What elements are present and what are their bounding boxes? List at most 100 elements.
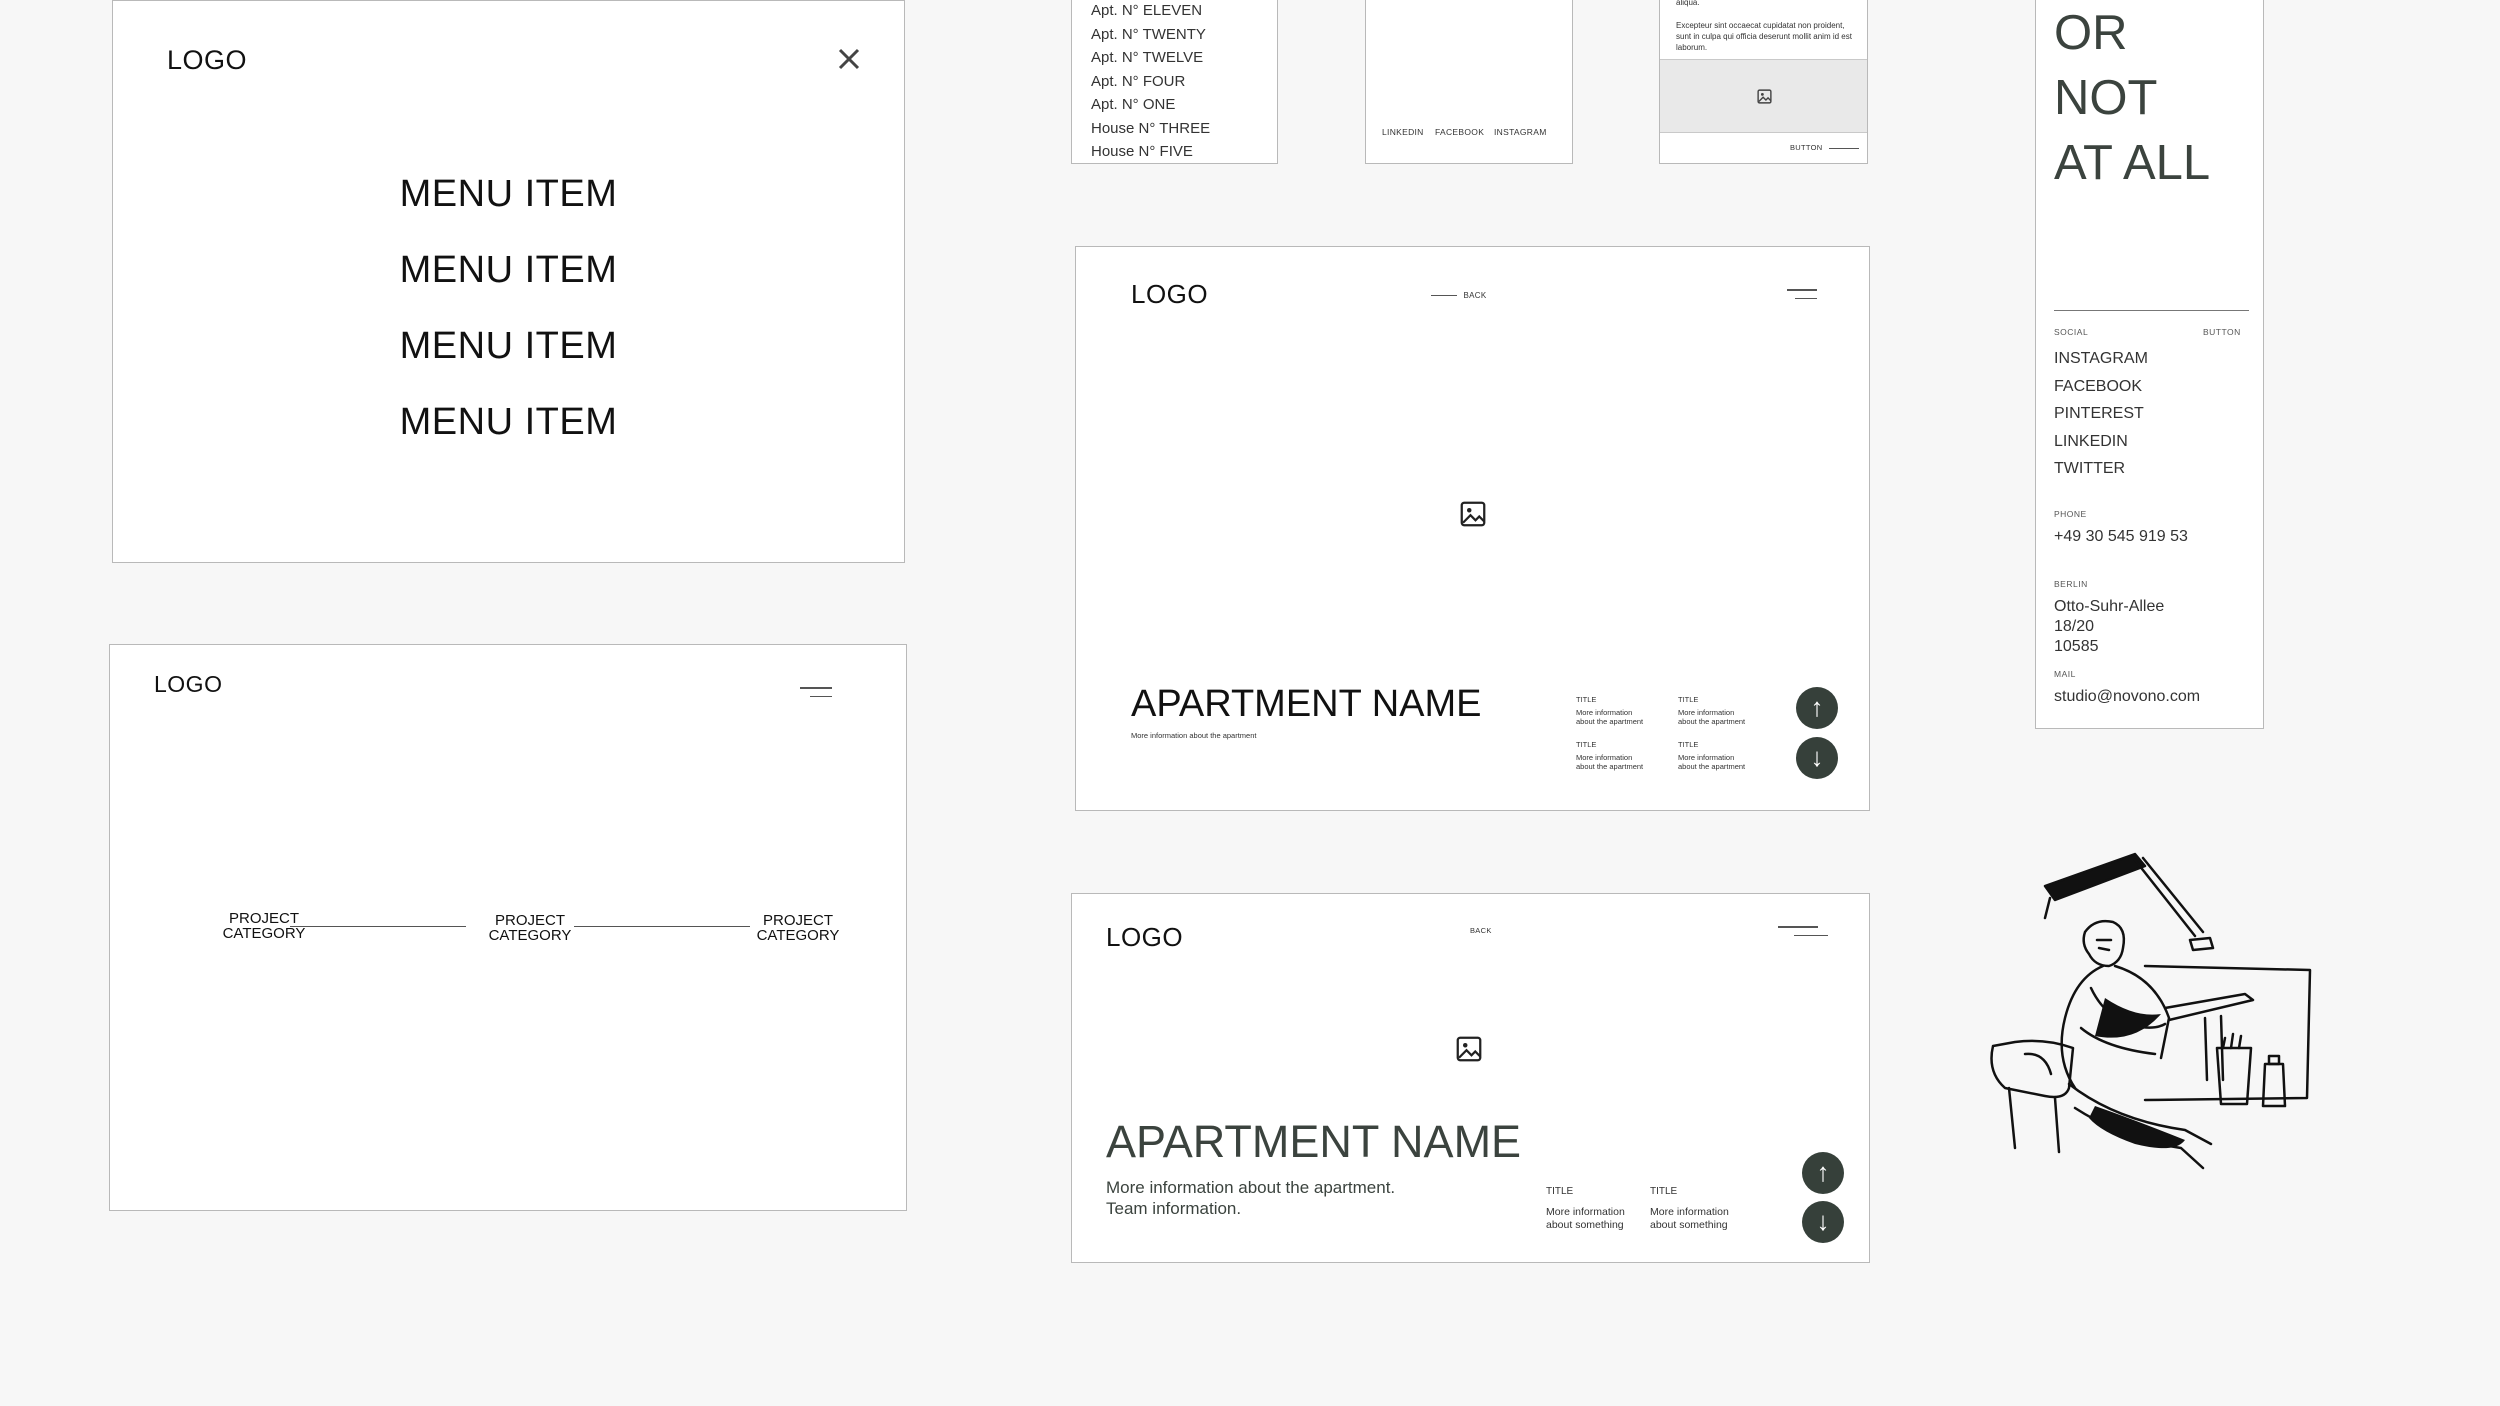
info-text: about the apartment — [1678, 762, 1746, 771]
info-title: TITLE — [1678, 695, 1699, 704]
scroll-down-button[interactable]: ↓ — [1802, 1201, 1844, 1243]
social-link[interactable]: LINKEDIN — [2054, 428, 2148, 456]
category-label: PROJECT — [228, 910, 299, 927]
menu-overlay-frame: LOGO MENU ITEM MENU ITEM MENU ITEM MENU … — [112, 0, 905, 563]
info-text: about the apartment — [1576, 762, 1644, 771]
image-icon — [1456, 1036, 1482, 1062]
logo[interactable]: LOGO — [1131, 279, 1208, 310]
category-label: CATEGORY — [756, 927, 840, 944]
headline: OR NOT AT ALL — [2054, 1, 2210, 196]
hamburger-menu-icon[interactable] — [800, 687, 832, 704]
category-item[interactable]: PROJECT CATEGORY — [470, 913, 590, 943]
logo[interactable]: LOGO — [1106, 922, 1183, 953]
social-link[interactable]: FACEBOOK — [2054, 373, 2148, 401]
info-title: TITLE — [1546, 1186, 1574, 1197]
info-text: about something — [1546, 1219, 1624, 1231]
address-line: Otto-Suhr-Allee — [2054, 598, 2165, 615]
list-item[interactable]: House N° FIVE — [1091, 140, 1210, 163]
back-label: BACK — [1463, 291, 1487, 300]
info-text: More information — [1576, 753, 1633, 762]
category-label: CATEGORY — [222, 925, 306, 942]
apartment-subtitle: More information about the apartment. — [1106, 1178, 1396, 1197]
address-line: 10585 — [2054, 638, 2099, 655]
apartment-detail-frame-1: LOGO BACK APARTMENT NAME More informatio… — [1075, 246, 1870, 811]
mail-label: MAIL — [2054, 669, 2076, 679]
scroll-up-button[interactable]: ↑ — [1796, 687, 1838, 729]
list-item[interactable]: Apt. N° FOUR — [1091, 70, 1210, 94]
divider — [2054, 310, 2249, 311]
team-info: Team information. — [1106, 1199, 1242, 1218]
social-link[interactable]: INSTAGRAM — [2054, 345, 2148, 373]
social-link[interactable]: PINTEREST — [2054, 400, 2148, 428]
social-link-instagram[interactable]: INSTAGRAM — [1494, 127, 1547, 137]
hamburger-menu-icon[interactable] — [1787, 289, 1817, 306]
apartment-name: APARTMENT NAME — [1131, 683, 1482, 725]
list-item[interactable]: Apt. N° ELEVEN — [1091, 0, 1210, 23]
social-footer-frame: LINKEDIN FACEBOOK INSTAGRAM — [1365, 0, 1573, 164]
info-block: TITLE More information about something — [1650, 1186, 1750, 1232]
info-text: about something — [1650, 1219, 1728, 1231]
image-placeholder — [1660, 59, 1867, 133]
info-block: TITLE More information about the apartme… — [1576, 739, 1656, 771]
info-title: TITLE — [1576, 695, 1597, 704]
text-image-frame: aliqua. Excepteur sint occaecat cupidata… — [1659, 0, 1868, 164]
back-link[interactable]: BACK — [1431, 291, 1487, 300]
person-at-desk-illustration — [1990, 852, 2312, 1170]
category-label: PROJECT — [494, 912, 565, 929]
menu-item[interactable]: MENU ITEM — [113, 325, 904, 368]
menu-item[interactable]: MENU ITEM — [113, 173, 904, 216]
phone-label: PHONE — [2054, 509, 2087, 519]
divider — [574, 926, 750, 927]
info-block: TITLE More information about the apartme… — [1678, 739, 1758, 771]
info-text: More information — [1650, 1206, 1729, 1218]
body-text: aliqua. — [1676, 0, 1700, 7]
headline-line: OR — [2054, 6, 2128, 60]
social-label: SOCIAL — [2054, 327, 2089, 337]
info-text: about the apartment — [1678, 717, 1746, 726]
info-title: TITLE — [1576, 740, 1597, 749]
contact-frame: OR NOT AT ALL SOCIAL BUTTON INSTAGRAM FA… — [2035, 0, 2264, 729]
menu-item[interactable]: MENU ITEM — [113, 401, 904, 444]
apartment-subtitle: More information about the apartment — [1131, 731, 1257, 740]
list-item[interactable]: House N° THREE — [1091, 117, 1210, 141]
button[interactable]: BUTTON — [1790, 143, 1859, 152]
button-label: BUTTON — [1790, 143, 1823, 152]
scroll-up-button[interactable]: ↑ — [1802, 1152, 1844, 1194]
apartment-detail-frame-2: LOGO BACK APARTMENT NAME More informatio… — [1071, 893, 1870, 1263]
info-block: TITLE More information about the apartme… — [1576, 694, 1656, 726]
close-icon[interactable] — [837, 47, 861, 71]
project-category-frame: LOGO PROJECT CATEGORY PROJECT CATEGORY P… — [109, 644, 907, 1211]
list-item[interactable]: Apt. N° TWELVE — [1091, 46, 1210, 70]
body-paragraph: Excepteur sint occaecat cupidatat non pr… — [1676, 21, 1852, 52]
arrow-left-icon — [1431, 295, 1457, 297]
info-title: TITLE — [1650, 1186, 1678, 1197]
headline-line: NOT — [2054, 71, 2158, 125]
category-item[interactable]: PROJECT CATEGORY — [738, 913, 858, 943]
info-text: More information — [1576, 708, 1633, 717]
image-icon — [1757, 89, 1772, 104]
list-item[interactable]: Apt. N° ONE — [1091, 93, 1210, 117]
arrow-right-icon — [1828, 147, 1859, 149]
menu-item[interactable]: MENU ITEM — [113, 249, 904, 292]
logo[interactable]: LOGO — [167, 45, 247, 76]
mail-address[interactable]: studio@novono.com — [2054, 687, 2200, 707]
address-line: 18/20 — [2054, 618, 2095, 635]
social-link[interactable]: TWITTER — [2054, 455, 2148, 483]
info-block: TITLE More information about something — [1546, 1186, 1646, 1232]
social-link-linkedin[interactable]: LINKEDIN — [1382, 127, 1424, 137]
hamburger-menu-icon[interactable] — [1778, 926, 1828, 943]
address: Otto-Suhr-Allee 18/20 10585 — [2054, 597, 2164, 657]
social-link-facebook[interactable]: FACEBOOK — [1435, 127, 1484, 137]
list-item[interactable]: Apt. N° TWENTY — [1091, 23, 1210, 47]
headline-line: AT ALL — [2054, 136, 2211, 190]
divider — [290, 926, 466, 927]
category-label: PROJECT — [762, 912, 833, 929]
contact-button[interactable]: BUTTON — [2203, 327, 2241, 337]
social-list: INSTAGRAM FACEBOOK PINTEREST LINKEDIN TW… — [2054, 345, 2148, 483]
info-title: TITLE — [1678, 740, 1699, 749]
phone-number[interactable]: +49 30 545 919 53 — [2054, 527, 2188, 547]
back-link[interactable]: BACK — [1470, 926, 1492, 935]
logo[interactable]: LOGO — [154, 671, 222, 698]
info-text: More information — [1546, 1206, 1625, 1218]
scroll-down-button[interactable]: ↓ — [1796, 737, 1838, 779]
